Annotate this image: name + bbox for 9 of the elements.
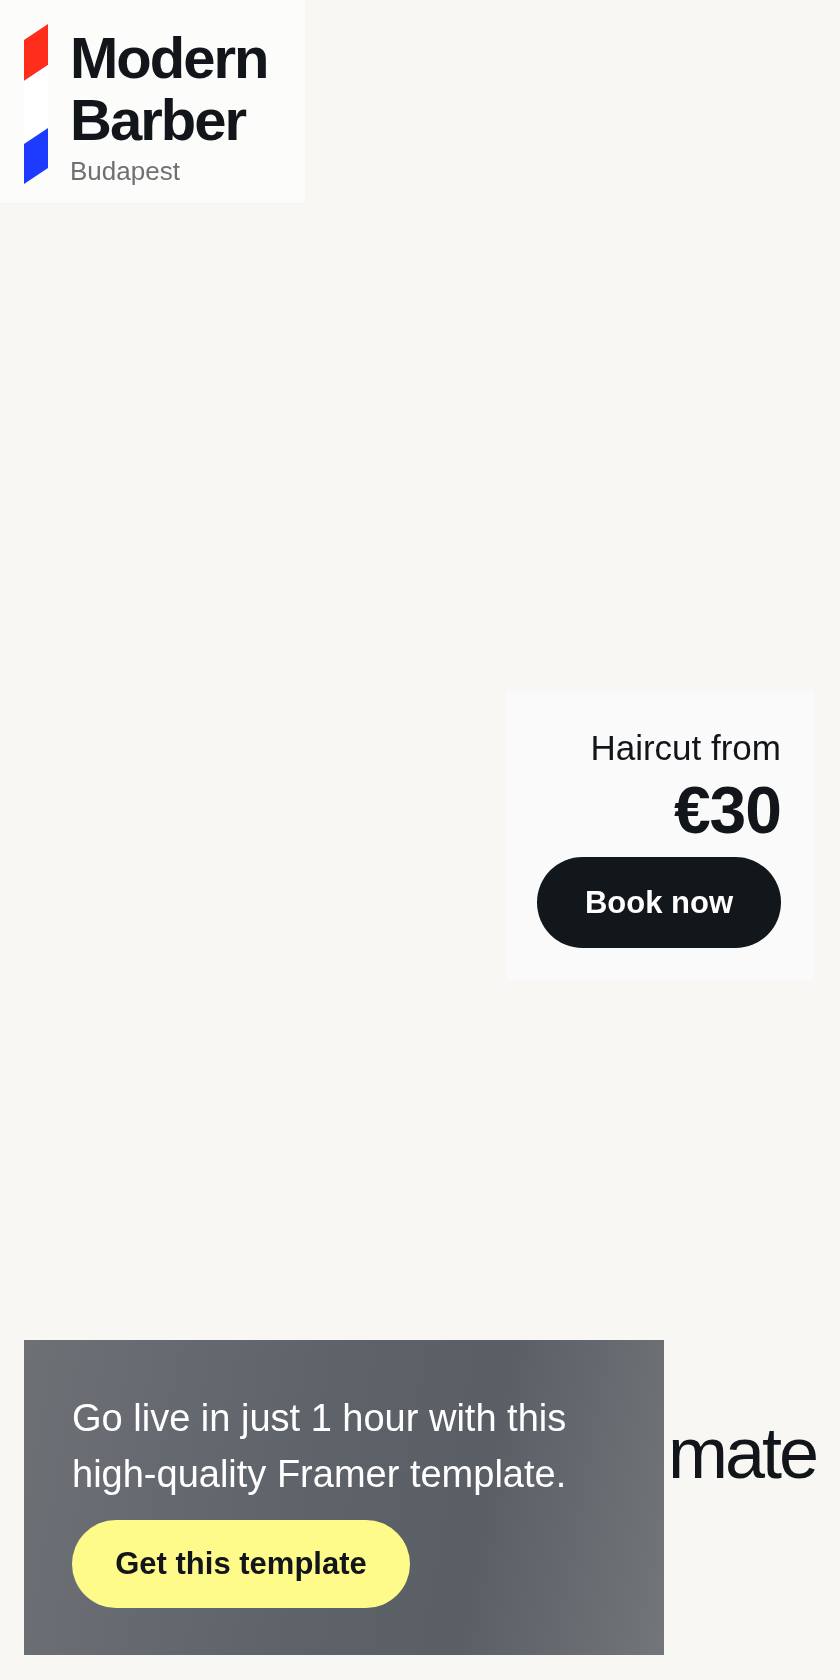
hero-heading: mate — [667, 1414, 816, 1492]
price-value: €30 — [673, 775, 781, 845]
barber-pole-icon — [24, 24, 48, 184]
promo-text: Go live in just 1 hour with this high-quality Framer template. — [72, 1396, 568, 1497]
book-now-button[interactable]: Book now — [537, 857, 781, 948]
get-template-button[interactable]: Get this template — [72, 1520, 410, 1608]
brand-title: Modern Barber — [70, 27, 268, 151]
brand-city: Budapest — [70, 156, 180, 186]
price-label: Haircut from — [590, 727, 781, 769]
